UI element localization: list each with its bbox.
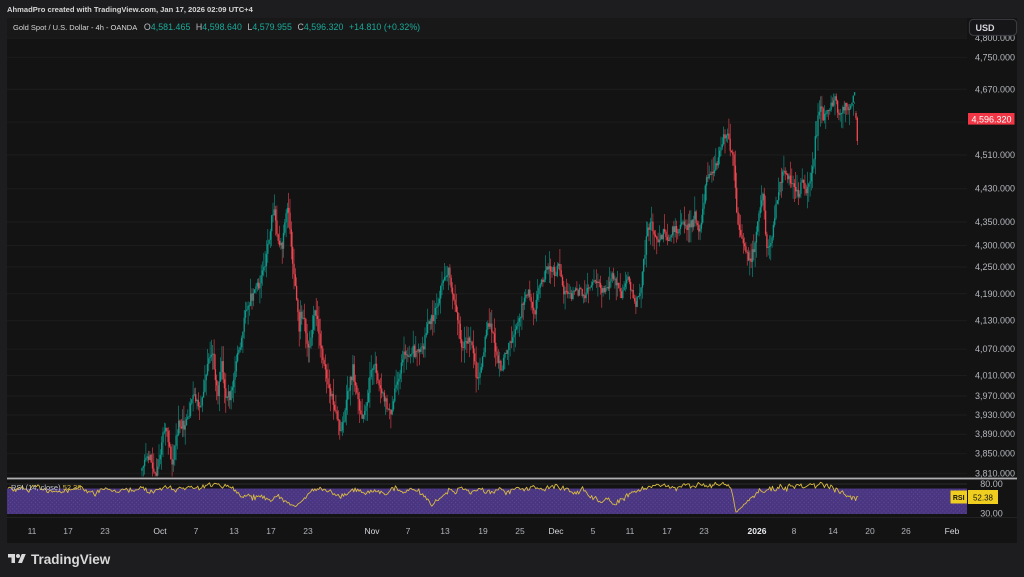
svg-text:TradingView: TradingView bbox=[31, 552, 111, 567]
svg-text:8: 8 bbox=[792, 526, 797, 536]
svg-text:13: 13 bbox=[440, 526, 450, 536]
svg-text:14: 14 bbox=[828, 526, 838, 536]
svg-text:23: 23 bbox=[303, 526, 313, 536]
svg-text:RSI: RSI bbox=[953, 495, 965, 502]
svg-text:23: 23 bbox=[699, 526, 709, 536]
svg-text:13: 13 bbox=[229, 526, 239, 536]
svg-text:4,010.000: 4,010.000 bbox=[975, 371, 1015, 381]
svg-text:AhmadPro created with TradingV: AhmadPro created with TradingView.com, J… bbox=[7, 5, 254, 14]
svg-text:17: 17 bbox=[63, 526, 73, 536]
svg-text:17: 17 bbox=[266, 526, 276, 536]
svg-text:4,070.000: 4,070.000 bbox=[975, 344, 1015, 354]
svg-text:3,850.000: 3,850.000 bbox=[975, 449, 1015, 459]
svg-text:USD: USD bbox=[976, 23, 996, 33]
svg-text:4,670.000: 4,670.000 bbox=[975, 84, 1015, 94]
svg-text:3,890.000: 3,890.000 bbox=[975, 429, 1015, 439]
svg-text:17: 17 bbox=[662, 526, 672, 536]
svg-text:52.38: 52.38 bbox=[973, 494, 994, 503]
svg-text:7: 7 bbox=[406, 526, 411, 536]
svg-text:4,250.000: 4,250.000 bbox=[975, 262, 1015, 272]
svg-text:4,130.000: 4,130.000 bbox=[975, 316, 1015, 326]
svg-text:26: 26 bbox=[901, 526, 911, 536]
svg-text:5: 5 bbox=[591, 526, 596, 536]
svg-text:4,300.000: 4,300.000 bbox=[975, 241, 1015, 251]
svg-text:RSI (14, close) 52.38: RSI (14, close) 52.38 bbox=[11, 483, 81, 492]
svg-text:30.00: 30.00 bbox=[980, 509, 1003, 519]
svg-text:3,810.000: 3,810.000 bbox=[975, 468, 1015, 478]
svg-text:4,430.000: 4,430.000 bbox=[975, 184, 1015, 194]
svg-text:Dec: Dec bbox=[548, 526, 564, 536]
svg-text:20: 20 bbox=[865, 526, 875, 536]
svg-text:4,350.000: 4,350.000 bbox=[975, 217, 1015, 227]
svg-text:Gold Spot / U.S. Dollar - 4h -: Gold Spot / U.S. Dollar - 4h - OANDA O4,… bbox=[13, 22, 420, 32]
svg-text:80.00: 80.00 bbox=[980, 479, 1003, 489]
svg-text:11: 11 bbox=[626, 526, 635, 536]
svg-text:25: 25 bbox=[515, 526, 525, 536]
svg-text:23: 23 bbox=[100, 526, 110, 536]
svg-text:4,190.000: 4,190.000 bbox=[975, 289, 1015, 299]
svg-text:3,930.000: 3,930.000 bbox=[975, 410, 1015, 420]
svg-text:11: 11 bbox=[28, 526, 37, 536]
svg-text:Oct: Oct bbox=[153, 526, 167, 536]
svg-text:4,750.000: 4,750.000 bbox=[975, 52, 1015, 62]
svg-text:2026: 2026 bbox=[748, 526, 767, 536]
svg-text:Feb: Feb bbox=[945, 526, 960, 536]
svg-text:3,970.000: 3,970.000 bbox=[975, 391, 1015, 401]
svg-text:4,510.000: 4,510.000 bbox=[975, 150, 1015, 160]
svg-text:Nov: Nov bbox=[364, 526, 380, 536]
svg-text:19: 19 bbox=[478, 526, 488, 536]
svg-text:7: 7 bbox=[194, 526, 199, 536]
svg-text:4,596.320: 4,596.320 bbox=[971, 114, 1011, 124]
